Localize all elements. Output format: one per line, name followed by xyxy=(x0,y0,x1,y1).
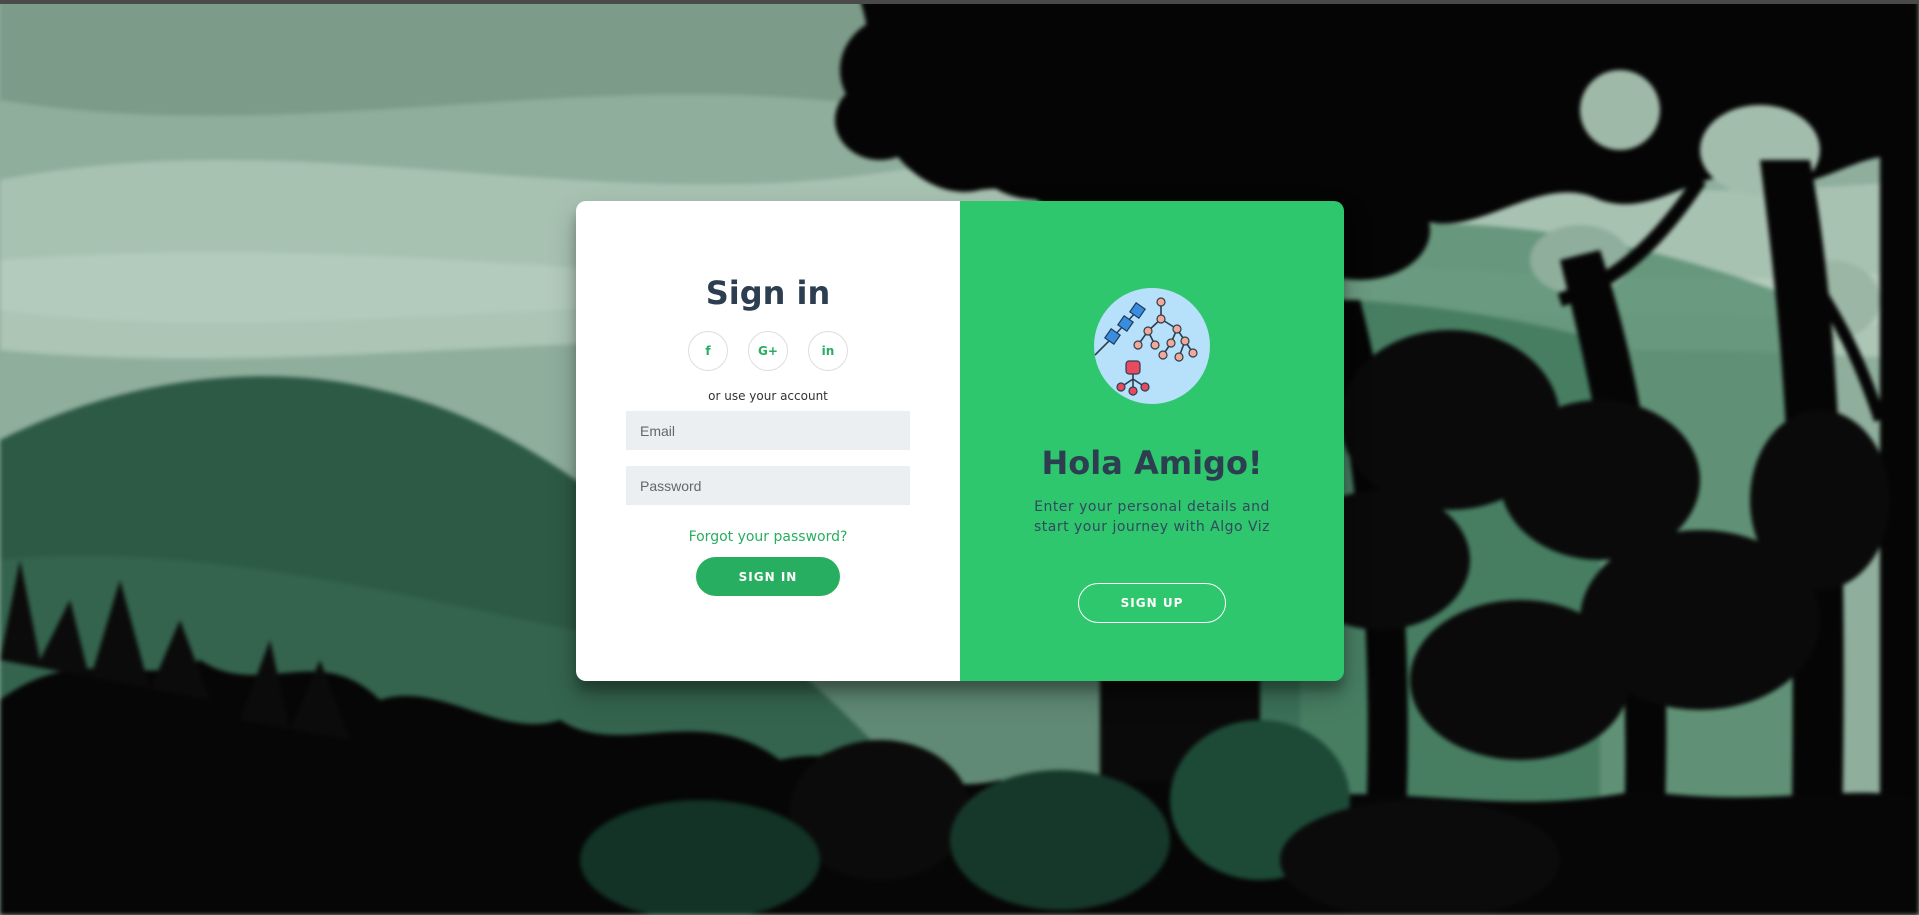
welcome-title: Hola Amigo! xyxy=(1041,444,1263,482)
facebook-login-button[interactable]: f xyxy=(688,331,728,371)
facebook-icon: f xyxy=(705,344,711,358)
welcome-overlay-panel: Hola Amigo! Enter your personal details … xyxy=(960,201,1344,681)
sign-in-title: Sign in xyxy=(705,274,831,312)
email-field[interactable] xyxy=(626,411,910,450)
sign-in-button[interactable]: SIGN IN xyxy=(696,557,840,596)
welcome-text: Enter your personal details and start yo… xyxy=(1033,499,1271,535)
social-login-group: f G+ in xyxy=(688,331,848,371)
password-field[interactable] xyxy=(626,466,910,505)
google-plus-icon: G+ xyxy=(758,344,778,358)
linkedin-icon: in xyxy=(821,344,835,358)
linkedin-login-button[interactable]: in xyxy=(808,331,848,371)
google-plus-login-button[interactable]: G+ xyxy=(748,331,788,371)
page: Sign in f G+ in or use your account Forg… xyxy=(0,0,1919,915)
forgot-password-link[interactable]: Forgot your password? xyxy=(689,529,848,545)
account-hint: or use your account xyxy=(708,389,828,403)
browser-top-edge xyxy=(0,0,1919,4)
sign-in-panel: Sign in f G+ in or use your account Forg… xyxy=(576,201,960,681)
sign-up-button[interactable]: SIGN UP xyxy=(1078,583,1226,623)
tree-graph-illustration xyxy=(1094,288,1210,404)
auth-card: Sign in f G+ in or use your account Forg… xyxy=(576,201,1344,681)
